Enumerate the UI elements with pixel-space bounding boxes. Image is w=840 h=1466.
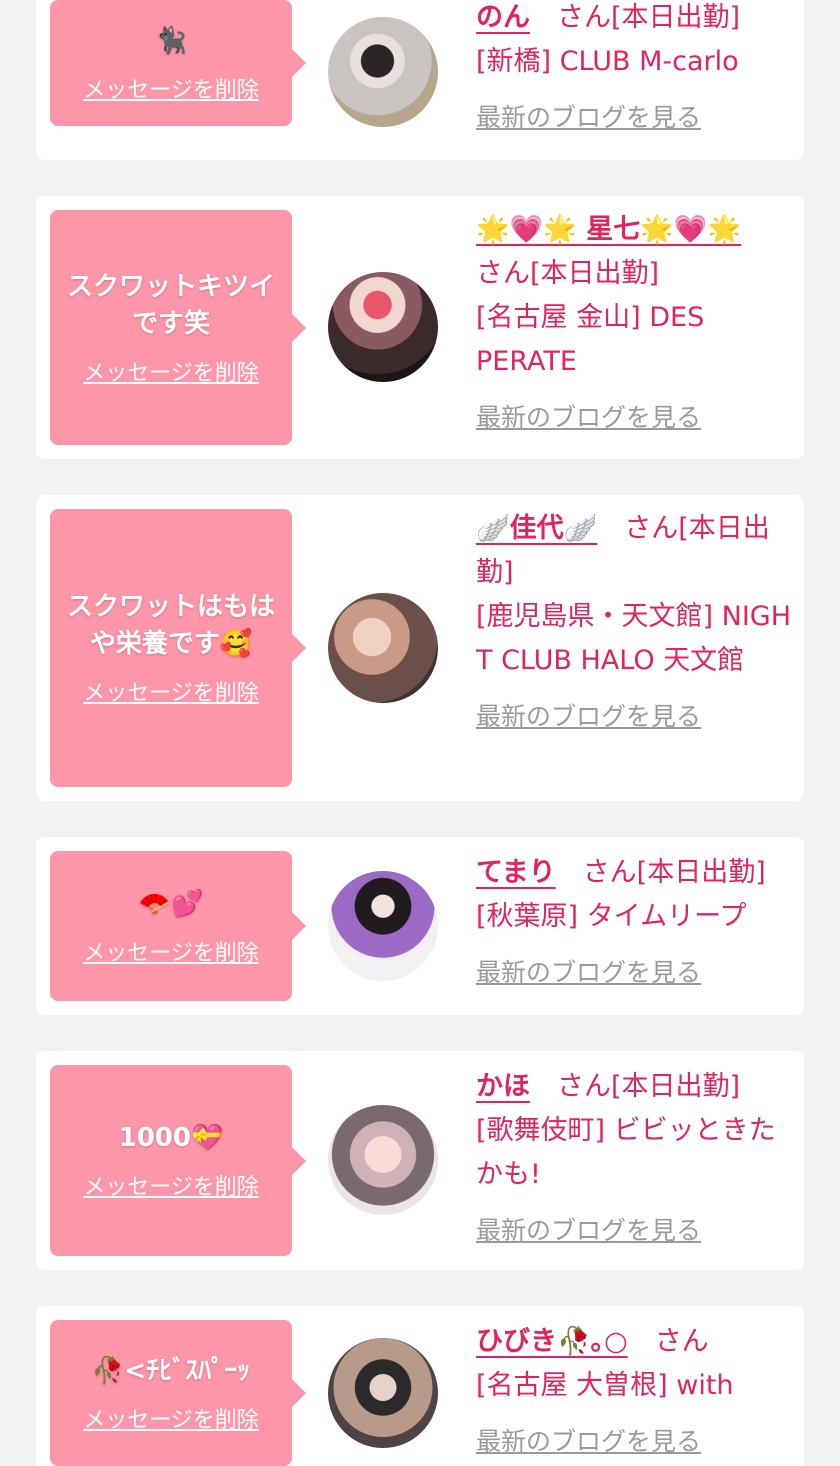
avatar[interactable] (328, 593, 438, 703)
shop-name: [鹿児島県・天文館] NIGHT CLUB HALO 天文館 (476, 601, 792, 676)
delete-message-link[interactable]: メッセージを削除 (83, 935, 259, 967)
san-suffix: さん (557, 2, 611, 33)
work-status: [本日出勤] (611, 1071, 741, 1102)
san-suffix: さん (582, 857, 637, 888)
delete-message-link[interactable]: メッセージを削除 (83, 1402, 259, 1434)
message-bubble: 🥀<ﾁﾋﾞｽﾊﾟｰｯ メッセージを削除 (50, 1320, 306, 1466)
cast-name-link[interactable]: かほ (476, 1071, 530, 1102)
delete-message-link[interactable]: メッセージを削除 (83, 72, 259, 104)
avatar[interactable] (328, 17, 438, 127)
message-card: 🪭💕 メッセージを削除 てまり さん[本日出勤] [秋葉原] タイムリープ 最新… (36, 837, 804, 1015)
delete-message-link[interactable]: メッセージを削除 (83, 675, 259, 707)
latest-blog-link[interactable]: 最新のブログを見る (476, 1209, 701, 1253)
latest-blog-link[interactable]: 最新のブログを見る (476, 695, 701, 739)
avatar[interactable] (328, 1338, 438, 1448)
shop-name: [新橋] CLUB M-carlo (476, 46, 739, 77)
cast-name-link[interactable]: 🌟💗🌟 星七🌟💗🌟 (476, 214, 741, 245)
message-card: 1000💝 メッセージを削除 かほ さん[本日出勤] [歌舞伎町] ビビッときた… (36, 1051, 804, 1270)
avatar[interactable] (328, 1105, 438, 1215)
shop-name: [名古屋 金山] DESPERATE (476, 302, 705, 377)
cast-info: ひびき🥀｡○ さん [名古屋 大曽根] with 最新のブログを見る (476, 1320, 794, 1464)
san-suffix: さん (557, 1071, 611, 1102)
cast-info: 🪽佳代🪽 さん[本日出勤] [鹿児島県・天文館] NIGHT CLUB HALO… (476, 507, 794, 739)
shop-name: [秋葉原] タイムリープ (476, 901, 747, 932)
message-text: 🥀<ﾁﾋﾞｽﾊﾟｰｯ (91, 1355, 251, 1386)
message-bubble: スクワットキツイです笑 メッセージを削除 (50, 210, 306, 445)
message-text: 1000💝 (118, 1123, 224, 1153)
cast-info: 🌟💗🌟 星七🌟💗🌟 さん[本日出勤] [名古屋 金山] DESPERATE 最新… (476, 208, 794, 440)
message-bubble: 1000💝 メッセージを削除 (50, 1065, 306, 1256)
message-card: スクワットはもはや栄養です🥰 メッセージを削除 🪽佳代🪽 さん[本日出勤] [鹿… (36, 495, 804, 801)
message-bubble: スクワットはもはや栄養です🥰 メッセージを削除 (50, 509, 306, 787)
latest-blog-link[interactable]: 最新のブログを見る (476, 396, 701, 440)
latest-blog-link[interactable]: 最新のブログを見る (476, 1420, 701, 1464)
work-status: [本日出勤] (611, 2, 741, 33)
avatar[interactable] (328, 272, 438, 382)
message-text: スクワットキツイです笑 (66, 271, 275, 339)
avatar[interactable] (328, 871, 438, 981)
message-bubble: 🐈‍⬛ メッセージを削除 (50, 0, 306, 126)
shop-name: [歌舞伎町] ビビッときたかも! (476, 1115, 776, 1190)
cast-info: てまり さん[本日出勤] [秋葉原] タイムリープ 最新のブログを見る (476, 851, 794, 995)
cast-info: のん さん[本日出勤] [新橋] CLUB M-carlo 最新のブログを見る (476, 0, 794, 140)
message-text: 🪭💕 (138, 888, 204, 919)
shop-name: [名古屋 大曽根] with (476, 1370, 734, 1401)
latest-blog-link[interactable]: 最新のブログを見る (476, 951, 701, 995)
message-text: 🐈‍⬛ (154, 25, 188, 56)
san-suffix: さん (624, 513, 679, 544)
cast-name-link[interactable]: のん (476, 2, 530, 33)
message-card: 🥀<ﾁﾋﾞｽﾊﾟｰｯ メッセージを削除 ひびき🥀｡○ さん [名古屋 大曽根] … (36, 1306, 804, 1466)
work-status: [本日出勤] (636, 857, 766, 888)
latest-blog-link[interactable]: 最新のブログを見る (476, 96, 701, 140)
work-status: [本日出勤] (530, 258, 660, 289)
message-bubble: 🪭💕 メッセージを削除 (50, 851, 306, 1001)
message-card: スクワットキツイです笑 メッセージを削除 🌟💗🌟 星七🌟💗🌟 さん[本日出勤] … (36, 196, 804, 459)
cast-info: かほ さん[本日出勤] [歌舞伎町] ビビッときたかも! 最新のブログを見る (476, 1065, 794, 1253)
san-suffix: さん (476, 258, 530, 289)
delete-message-link[interactable]: メッセージを削除 (83, 355, 259, 387)
message-text: スクワットはもはや栄養です🥰 (66, 592, 275, 659)
cast-name-link[interactable]: 🪽佳代🪽 (476, 513, 597, 544)
delete-message-link[interactable]: メッセージを削除 (83, 1169, 259, 1201)
cast-name-link[interactable]: てまり (476, 857, 556, 888)
san-suffix: さん (654, 1326, 709, 1357)
message-card: 🐈‍⬛ メッセージを削除 のん さん[本日出勤] [新橋] CLUB M-car… (36, 0, 804, 160)
cast-name-link[interactable]: ひびき🥀｡○ (476, 1326, 628, 1357)
